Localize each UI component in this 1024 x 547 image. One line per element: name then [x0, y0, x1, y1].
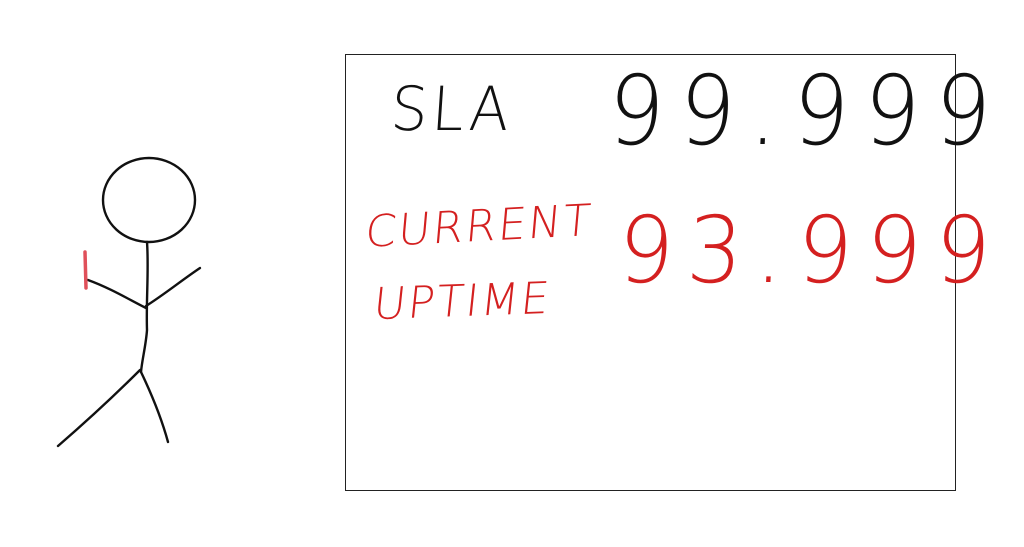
left-leg [56, 368, 142, 448]
right-arm [144, 266, 202, 308]
whiteboard-panel: SLA 99.999 CURRENT UPTIME 93.999 [345, 54, 1008, 491]
stick-figure-icon [56, 156, 202, 448]
whiteboard-canvas: SLA 99.999 CURRENT UPTIME 93.999 [0, 0, 1024, 547]
current-uptime-value: 93.999 [615, 197, 1007, 304]
sla-value: 99.999 [605, 55, 1009, 167]
current-uptime-label-line2: UPTIME [370, 272, 554, 331]
current-uptime-label-line1: CURRENT [363, 195, 595, 258]
left-arm [86, 278, 148, 310]
head [101, 156, 197, 244]
right-leg [139, 370, 170, 444]
sla-label: SLA [388, 73, 516, 145]
red-marker-icon [83, 250, 88, 290]
